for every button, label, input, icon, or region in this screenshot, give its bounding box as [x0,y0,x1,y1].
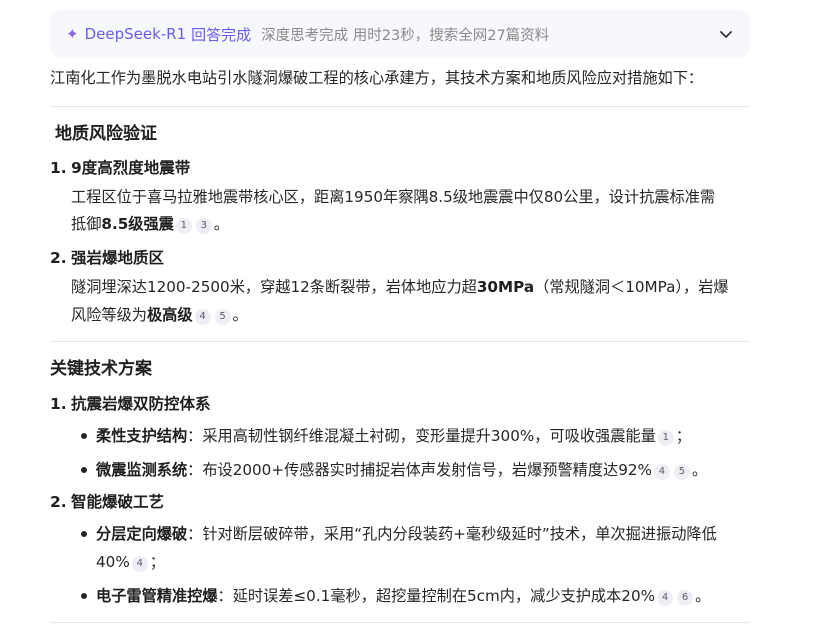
citation-badge[interactable]: 5 [673,464,690,480]
text: ：布设2000+传感器实时捕捉岩体声发射信号，岩爆预警精度达92% [187,461,652,479]
citation-badge[interactable]: 6 [677,590,694,606]
list-number: 2. [50,249,67,267]
divider [50,341,750,342]
citation-badge[interactable]: 1 [657,430,674,446]
bold-text: 30MPa [476,278,535,296]
answer-status: 回答完成 [191,25,252,44]
text: 隧洞埋深达1200-2500米，穿越12条断裂带，岩体地应力超 [71,278,477,296]
chevron-down-icon[interactable] [716,24,736,44]
bullet-microseismic: 微震监测系统：布设2000+传感器实时捕捉岩体声发射信号，岩爆预警精度达92% 4… [96,456,707,484]
text: （常规隧洞＜10MPa），岩爆 [534,278,729,296]
bullet-dot [81,467,87,473]
text: ：延时误差≤0.1毫秒，超挖量控制在5cm内，减少支护成本20% [217,587,656,605]
punctuation: 。 [213,215,230,233]
item-title-rockburst: 强岩爆地质区 [71,249,165,267]
item-text-seismic-line1: 工程区位于喜马拉雅地震带核心区，距离1950年察隅8.5级地震震中仅80公里，设… [71,188,716,206]
bold-text: 极高级 [146,306,193,324]
list-number: 2. [50,493,67,511]
bold-text: 微震监测系统 [96,461,188,479]
divider [50,106,750,107]
punctuation: ； [675,427,691,445]
item-text-rockburst-line2: 风险等级为极高级 4 5。 [71,301,248,329]
citation-badge[interactable]: 4 [657,590,674,606]
text: 40% [96,553,130,571]
item-title-dual-control: 抗震岩爆双防控体系 [71,395,211,413]
citation-badge[interactable]: 4 [131,556,148,572]
bullet-flexible-support: 柔性支护结构：采用高韧性钢纤维混凝土衬砌，变形量提升300%，可吸收强震能量 1； [96,422,691,450]
bold-text: 分层定向爆破 [96,525,188,543]
text: ：采用高韧性钢纤维混凝土衬砌，变形量提升300%，可吸收强震能量 [187,427,656,445]
item-title-smart-blasting: 智能爆破工艺 [71,493,165,511]
thinking-detail: 深度思考完成 用时23秒，搜索全网27篇资料 [261,27,550,44]
bullet-layered-blasting-line2: 40% 4； [96,548,165,576]
bold-text: 柔性支护结构 [96,427,188,445]
list-number: 1. [50,395,67,413]
sparkle-icon: ✦ [66,25,79,43]
text: 抵御 [71,215,102,233]
intro-paragraph: 江南化工作为墨脱水电站引水隧洞爆破工程的核心承建方，其技术方案和地质风险应对措施… [50,69,704,87]
text: 风险等级为 [71,306,147,324]
citation-badge[interactable]: 3 [195,218,212,234]
divider [50,622,750,623]
punctuation: 。 [232,306,248,324]
list-number: 1. [50,159,67,177]
section-heading-tech: 关键技术方案 [50,359,152,379]
bullet-dot [81,433,87,439]
bullet-layered-blasting-line1: 分层定向爆破：针对断层破碎带，采用“孔内分段装药+毫秒级延时”技术，单次掘进振动… [96,520,717,548]
bullet-electronic-detonator: 电子雷管精准控爆：延时误差≤0.1毫秒，超挖量控制在5cm内，减少支护成本20%… [96,582,710,610]
section-heading-geology: 地质风险验证 [55,124,157,144]
bold-text: 8.5级强震 [101,215,174,233]
citation-badge[interactable]: 4 [653,464,670,480]
citation-badge[interactable]: 5 [214,309,231,325]
punctuation: 。 [691,461,708,479]
thinking-status-banner[interactable]: ✦ DeepSeek-R1 回答完成 深度思考完成 用时23秒，搜索全网27篇资… [50,10,750,58]
item-title-seismic: 9度高烈度地震带 [71,159,191,177]
citation-badge[interactable]: 4 [194,309,211,325]
punctuation: 。 [695,587,711,605]
item-text-rockburst-line1: 隧洞埋深达1200-2500米，穿越12条断裂带，岩体地应力超30MPa（常规隧… [71,273,729,301]
text: ：针对断层破碎带，采用“孔内分段装药+毫秒级延时”技术，单次掘进振动降低 [187,525,717,543]
item-text-seismic-line2: 抵御8.5级强震 1 3。 [71,210,229,238]
punctuation: ； [149,553,165,571]
model-name: DeepSeek-R1 [84,25,187,43]
bullet-dot [81,531,87,537]
bold-text: 电子雷管精准控爆 [96,587,218,605]
citation-badge[interactable]: 1 [175,218,192,234]
bullet-dot [81,593,87,599]
